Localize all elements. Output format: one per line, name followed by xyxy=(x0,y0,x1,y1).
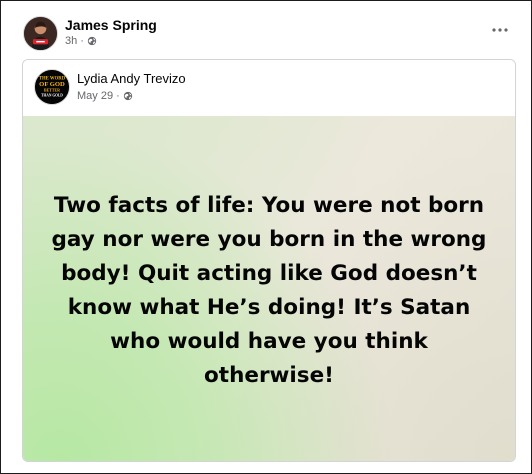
globe-icon xyxy=(87,36,97,46)
more-options-icon xyxy=(492,28,508,32)
word-of-god-logo: THE WORD OF GOD BETTER THAN GOLD xyxy=(35,70,69,104)
more-options-button[interactable] xyxy=(489,22,511,38)
author-name[interactable]: James Spring xyxy=(65,17,157,33)
facebook-post-card: James Spring 3h · THE WORD OF GOD BETTER… xyxy=(0,0,532,474)
author-avatar-image xyxy=(24,17,57,50)
author-avatar[interactable] xyxy=(23,16,58,51)
shared-meta-separator: · xyxy=(116,90,120,102)
shared-author-avatar[interactable]: THE WORD OF GOD BETTER THAN GOLD xyxy=(34,69,70,105)
globe-icon xyxy=(123,91,133,101)
shared-post-header: THE WORD OF GOD BETTER THAN GOLD Lydia A… xyxy=(23,60,515,116)
text-post-background[interactable]: Two facts of life: You were not born gay… xyxy=(23,116,515,461)
logo-line-3: BETTER xyxy=(44,88,60,93)
shared-author-name[interactable]: Lydia Andy Trevizo xyxy=(77,71,186,86)
shared-post: THE WORD OF GOD BETTER THAN GOLD Lydia A… xyxy=(22,59,516,462)
post-header: James Spring 3h · xyxy=(23,16,511,52)
meta-separator: · xyxy=(80,35,84,47)
post-message: Two facts of life: You were not born gay… xyxy=(51,192,487,388)
shared-post-meta: May 29 · xyxy=(77,90,133,102)
post-time[interactable]: 3h xyxy=(65,35,77,47)
logo-line-4: THAN GOLD xyxy=(41,93,63,97)
shared-post-time[interactable]: May 29 xyxy=(77,90,113,102)
post-meta: 3h · xyxy=(65,35,97,47)
